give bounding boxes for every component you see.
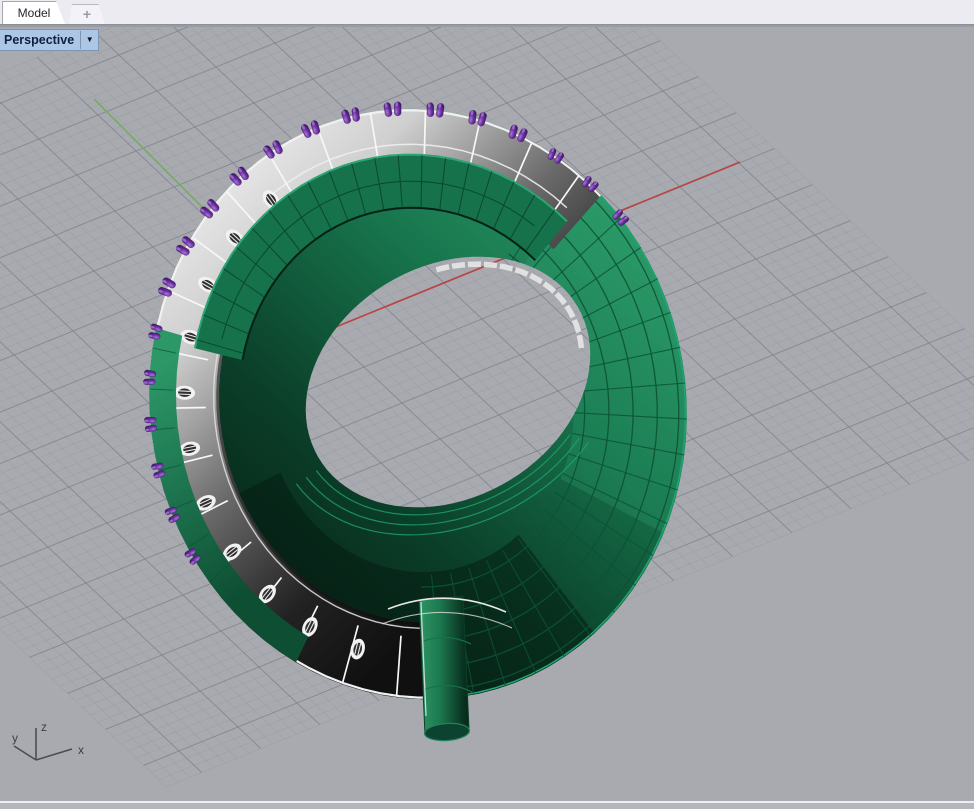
scene-canvas[interactable]: z x y bbox=[0, 27, 974, 803]
gizmo-y-label: y bbox=[12, 731, 18, 745]
ring-model[interactable] bbox=[143, 101, 692, 742]
rhino-window: Model + z x y Perspective ▼ bbox=[0, 0, 974, 809]
tab-model-label: Model bbox=[17, 6, 51, 20]
plus-icon: + bbox=[82, 5, 92, 22]
tab-model[interactable]: Model bbox=[2, 1, 65, 24]
model-tab-bar: Model + bbox=[0, 0, 974, 25]
perspective-viewport[interactable]: z x y Perspective ▼ bbox=[0, 25, 974, 803]
chevron-down-icon[interactable]: ▼ bbox=[81, 31, 98, 49]
axis-gizmo: z x y bbox=[12, 720, 84, 761]
new-tab-button[interactable]: + bbox=[69, 4, 105, 24]
viewport-title-text[interactable]: Perspective bbox=[0, 33, 80, 47]
viewport-title: Perspective ▼ bbox=[0, 29, 100, 51]
window-bottom-edge bbox=[0, 801, 974, 809]
gizmo-x-label: x bbox=[78, 743, 84, 757]
gizmo-z-label: z bbox=[41, 720, 47, 734]
